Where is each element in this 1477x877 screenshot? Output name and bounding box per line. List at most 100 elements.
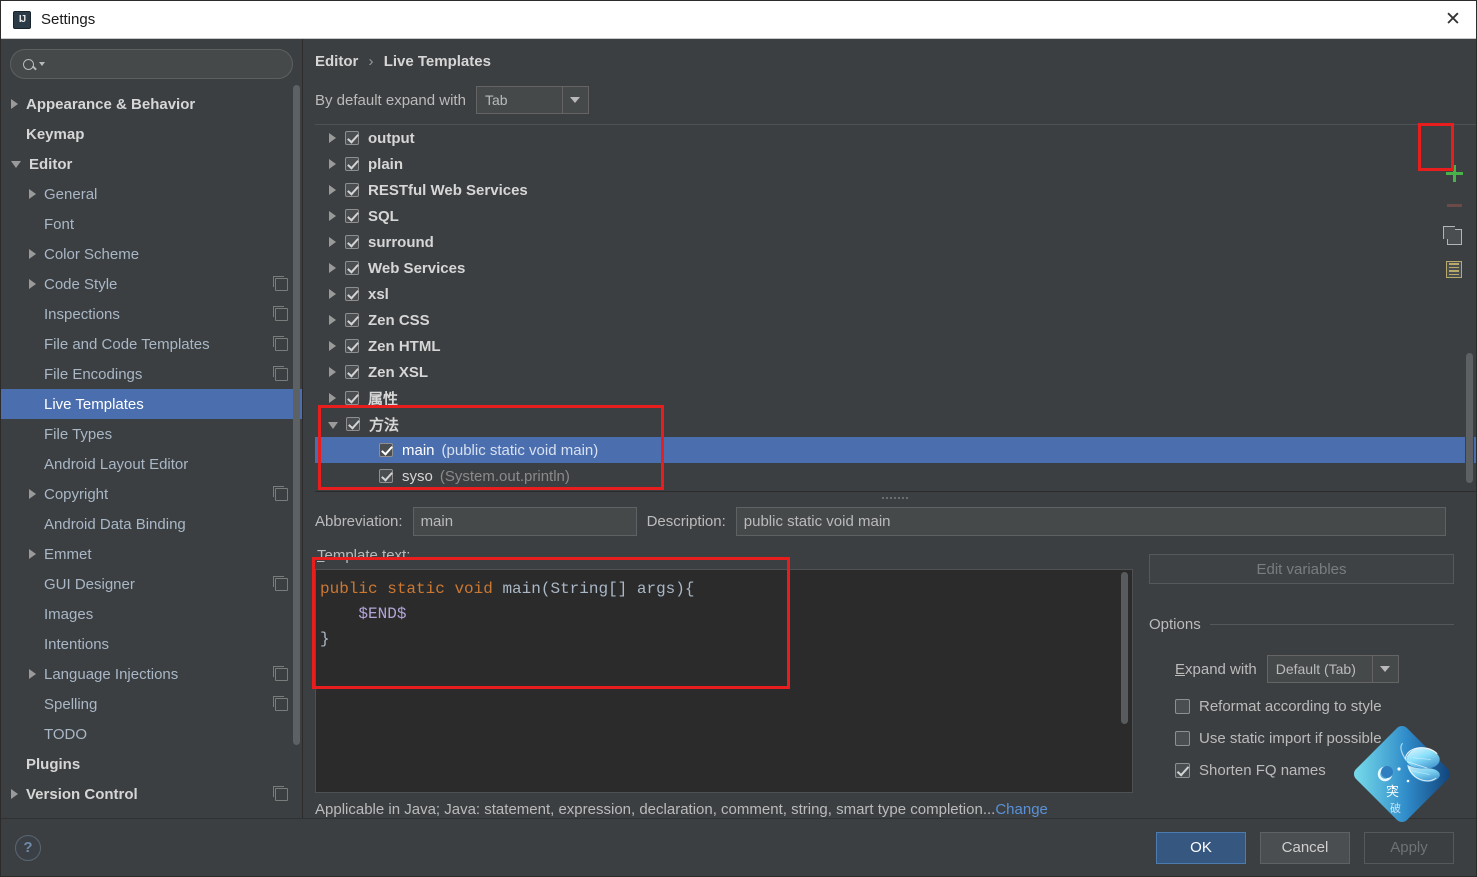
sidebar-item-file-types[interactable]: File Types <box>1 419 302 449</box>
sidebar-item-editor[interactable]: Editor <box>1 149 302 179</box>
expand-with-dropdown-button[interactable] <box>1371 656 1398 682</box>
chevron-right-icon[interactable] <box>329 237 336 247</box>
chevron-right-icon[interactable] <box>29 669 36 679</box>
cancel-button[interactable]: Cancel <box>1260 831 1350 864</box>
template-enabled-checkbox[interactable] <box>345 313 359 327</box>
splitter-handle[interactable] <box>315 492 1476 504</box>
chevron-right-icon[interactable] <box>329 289 336 299</box>
template-enabled-checkbox[interactable] <box>345 183 359 197</box>
sidebar-item-plugins[interactable]: Plugins <box>1 749 302 779</box>
sidebar-item-inspections[interactable]: Inspections <box>1 299 302 329</box>
chevron-right-icon[interactable] <box>29 189 36 199</box>
chevron-down-icon[interactable] <box>11 160 21 168</box>
template-enabled-checkbox[interactable] <box>345 391 359 405</box>
template-enabled-checkbox[interactable] <box>379 443 393 457</box>
template-enabled-checkbox[interactable] <box>345 235 359 249</box>
chevron-right-icon[interactable] <box>329 185 336 195</box>
template-row[interactable]: output <box>315 125 1476 151</box>
template-text-scrollbar-thumb[interactable] <box>1121 572 1128 724</box>
sidebar-item-file-and-code-templates[interactable]: File and Code Templates <box>1 329 302 359</box>
template-enabled-checkbox[interactable] <box>345 365 359 379</box>
sidebar-scrollbar-thumb[interactable] <box>293 85 300 745</box>
sidebar-item-android-data-binding[interactable]: Android Data Binding <box>1 509 302 539</box>
template-enabled-checkbox[interactable] <box>345 131 359 145</box>
template-row[interactable]: xsl <box>315 281 1476 307</box>
sidebar-item-gui-designer[interactable]: GUI Designer <box>1 569 302 599</box>
sidebar-item-android-layout-editor[interactable]: Android Layout Editor <box>1 449 302 479</box>
template-enabled-checkbox[interactable] <box>345 209 359 223</box>
template-row[interactable]: plain <box>315 151 1476 177</box>
chevron-right-icon[interactable] <box>329 315 336 325</box>
edit-variables-button[interactable]: Edit variables <box>1149 554 1454 584</box>
sidebar-item-file-encodings[interactable]: File Encodings <box>1 359 302 389</box>
description-input[interactable]: public static void main <box>735 507 1446 536</box>
close-icon[interactable]: ✕ <box>1430 1 1476 38</box>
sidebar-scrollbar[interactable] <box>293 85 300 785</box>
chevron-right-icon[interactable] <box>329 211 336 221</box>
template-row[interactable]: Zen XSL <box>315 359 1476 385</box>
help-button[interactable]: ? <box>15 834 41 861</box>
template-enabled-checkbox[interactable] <box>346 417 360 431</box>
template-enabled-checkbox[interactable] <box>345 339 359 353</box>
template-row[interactable]: main (public static void main) <box>315 437 1476 463</box>
option-shorten-fq-names[interactable]: Shorten FQ names <box>1149 762 1454 779</box>
option-use-static-import-if-possible[interactable]: Use static import if possible <box>1149 730 1454 747</box>
chevron-down-icon[interactable] <box>328 421 338 429</box>
chevron-right-icon[interactable] <box>29 489 36 499</box>
breadcrumb-root[interactable]: Editor <box>315 53 358 70</box>
chevron-right-icon[interactable] <box>329 393 336 403</box>
default-expand-select[interactable]: Tab <box>475 86 589 114</box>
remove-template-button[interactable] <box>1438 189 1470 221</box>
chevron-right-icon[interactable] <box>11 789 18 799</box>
chevron-right-icon[interactable] <box>329 133 336 143</box>
sidebar-item-spelling[interactable]: Spelling <box>1 689 302 719</box>
template-row[interactable]: SQL <box>315 203 1476 229</box>
sidebar-item-general[interactable]: General <box>1 179 302 209</box>
template-row[interactable]: 方法 <box>315 411 1476 437</box>
add-template-button[interactable] <box>1438 157 1470 189</box>
template-row[interactable]: Web Services <box>315 255 1476 281</box>
sidebar-item-code-style[interactable]: Code Style <box>1 269 302 299</box>
sidebar-item-live-templates[interactable]: Live Templates <box>1 389 302 419</box>
sidebar-item-images[interactable]: Images <box>1 599 302 629</box>
template-group-button[interactable] <box>1438 253 1470 285</box>
templates-scrollbar[interactable] <box>1465 353 1474 483</box>
duplicate-template-button[interactable] <box>1438 221 1470 253</box>
settings-tree[interactable]: Appearance & Behavior Keymap Editor General… <box>1 87 302 818</box>
option-checkbox[interactable] <box>1175 731 1190 746</box>
sidebar-item-copyright[interactable]: Copyright <box>1 479 302 509</box>
default-expand-dropdown-button[interactable] <box>561 87 588 113</box>
abbreviation-input[interactable]: main <box>412 507 637 536</box>
templates-tree[interactable]: output plain RESTful Web Services SQL surrou… <box>315 125 1476 489</box>
sidebar-item-intentions[interactable]: Intentions <box>1 629 302 659</box>
chevron-right-icon[interactable] <box>329 341 336 351</box>
chevron-right-icon[interactable] <box>11 99 18 109</box>
template-row[interactable]: 属性 <box>315 385 1476 411</box>
template-enabled-checkbox[interactable] <box>379 469 393 483</box>
sidebar-item-build-execution-deployment[interactable]: Build, Execution, Deployment <box>1 809 302 819</box>
template-enabled-checkbox[interactable] <box>345 261 359 275</box>
chevron-right-icon[interactable] <box>29 549 36 559</box>
chevron-right-icon[interactable] <box>329 367 336 377</box>
change-context-link[interactable]: Change <box>995 801 1048 818</box>
sidebar-item-keymap[interactable]: Keymap <box>1 119 302 149</box>
template-row[interactable]: syso (System.out.println) <box>315 463 1476 489</box>
chevron-right-icon[interactable] <box>29 249 36 259</box>
template-text-editor[interactable]: public static void main(String[] args){ … <box>315 569 1133 793</box>
ok-button[interactable]: OK <box>1156 831 1246 864</box>
chevron-right-icon[interactable] <box>329 159 336 169</box>
chevron-right-icon[interactable] <box>29 279 36 289</box>
sidebar-item-version-control[interactable]: Version Control <box>1 779 302 809</box>
sidebar-item-appearance-behavior[interactable]: Appearance & Behavior <box>1 89 302 119</box>
template-enabled-checkbox[interactable] <box>345 157 359 171</box>
template-text-scrollbar[interactable] <box>1121 572 1130 724</box>
template-row[interactable]: surround <box>315 229 1476 255</box>
expand-with-select[interactable]: Default (Tab) <box>1266 655 1399 683</box>
search-box[interactable] <box>10 49 293 79</box>
option-checkbox[interactable] <box>1175 763 1190 778</box>
sidebar-item-language-injections[interactable]: Language Injections <box>1 659 302 689</box>
template-enabled-checkbox[interactable] <box>345 287 359 301</box>
template-row[interactable]: Zen CSS <box>315 307 1476 333</box>
sidebar-item-color-scheme[interactable]: Color Scheme <box>1 239 302 269</box>
templates-scrollbar-thumb[interactable] <box>1466 353 1473 483</box>
